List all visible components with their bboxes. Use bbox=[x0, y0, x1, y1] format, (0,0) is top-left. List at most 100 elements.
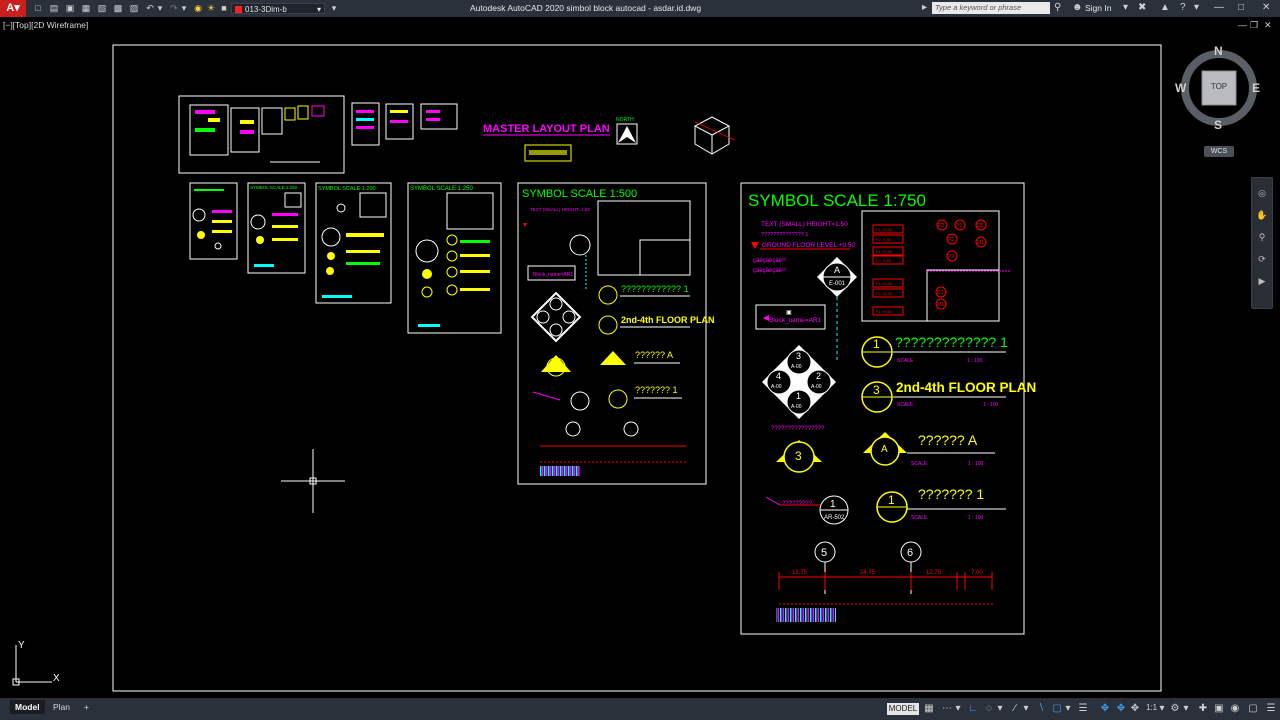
viewcube-south[interactable]: S bbox=[1214, 118, 1222, 132]
svg-text:A-00: A-00 bbox=[791, 364, 802, 370]
sun-icon[interactable]: ☀ bbox=[205, 2, 217, 14]
help-icon[interactable]: ? bbox=[1180, 2, 1186, 14]
units-icon[interactable]: ▣ bbox=[1212, 702, 1226, 716]
svg-text:1 : 100: 1 : 100 bbox=[983, 402, 999, 408]
help-account-icon[interactable]: ▲ bbox=[1160, 2, 1170, 14]
ortho-icon[interactable]: ∟ bbox=[966, 702, 980, 716]
full-navigation-wheel-icon[interactable]: ◎ bbox=[1255, 186, 1269, 200]
object-snap-tracking-icon[interactable]: ∖ bbox=[1034, 702, 1048, 716]
svg-text:Block_name=AR1: Block_name=AR1 bbox=[533, 272, 573, 278]
save-as-icon[interactable]: ▦ bbox=[80, 2, 92, 14]
svg-text:X: X bbox=[53, 673, 60, 684]
title-1b: ??????? 1 bbox=[918, 486, 984, 502]
sign-in-button[interactable]: Sign In bbox=[1085, 3, 1111, 13]
snap-icon[interactable]: ⋯ bbox=[940, 702, 954, 716]
maximize-icon[interactable]: □ bbox=[1238, 2, 1244, 14]
tab-model[interactable]: Model bbox=[10, 700, 45, 714]
north-label: NORTH bbox=[616, 117, 634, 123]
snap-dropdown-icon[interactable]: ▾ bbox=[954, 702, 962, 716]
tab-plan[interactable]: Plan bbox=[48, 700, 75, 714]
viewcube-top-face[interactable]: TOP bbox=[1202, 82, 1236, 91]
sheet-scale-750[interactable]: SYMBOL SCALE 1:750 TEXT (SMALL) HEIGHT=1… bbox=[740, 182, 1036, 635]
layer-dropdown[interactable]: 013-3Dim-b ▾ bbox=[231, 3, 325, 14]
plot-icon[interactable]: ▩ bbox=[112, 2, 124, 14]
isodraft-dropdown-icon[interactable]: ▾ bbox=[1022, 702, 1030, 716]
object-snap-icon[interactable]: ▢ bbox=[1050, 702, 1064, 716]
minimize-icon[interactable]: — bbox=[1214, 2, 1224, 14]
close-icon[interactable]: ✕ bbox=[1262, 2, 1270, 14]
orbit-icon[interactable]: ⟳ bbox=[1255, 252, 1269, 266]
grid-icon[interactable]: ▦ bbox=[922, 702, 936, 716]
polar-dropdown-icon[interactable]: ▾ bbox=[996, 702, 1004, 716]
workspace-switching-icon[interactable]: ⚙ bbox=[1168, 702, 1182, 716]
customization-icon[interactable]: ☰ bbox=[1264, 702, 1278, 716]
lineweight-icon[interactable]: ☰ bbox=[1076, 702, 1090, 716]
svg-text:SCALE: SCALE bbox=[911, 515, 928, 521]
svg-text:F1 +0.50: F1 +0.50 bbox=[876, 227, 893, 232]
redo-dropdown-icon[interactable]: ▾ bbox=[180, 2, 188, 14]
annotation-scale-icon[interactable]: ✥ bbox=[1128, 702, 1142, 716]
pan-icon[interactable]: ✋ bbox=[1255, 208, 1269, 222]
print-icon[interactable]: ▨ bbox=[128, 2, 140, 14]
new-icon[interactable]: □ bbox=[32, 2, 44, 14]
viewcube-east[interactable]: E bbox=[1252, 81, 1260, 95]
drawing-canvas[interactable]: MASTER LAYOUT PLAN NORTH SYMBOL SCALE 1:… bbox=[0, 17, 1280, 698]
polar-icon[interactable]: ◌ bbox=[982, 702, 996, 716]
autodesk-app-store-icon[interactable]: ✖ bbox=[1138, 2, 1146, 14]
zoom-extents-icon[interactable]: ⚲ bbox=[1255, 230, 1269, 244]
thumbnail-sheets-row[interactable] bbox=[351, 102, 458, 146]
undo-icon[interactable]: ↶ bbox=[144, 2, 156, 14]
search-icon[interactable]: ⚲ bbox=[1054, 2, 1061, 14]
svg-text:?????????????? 1: ?????????????? 1 bbox=[761, 232, 808, 238]
isolate-objects-icon[interactable]: ◉ bbox=[1228, 702, 1242, 716]
sheet-scale-500[interactable]: SYMBOL SCALE 1:500 TEXT (SMALL) HEIGHT=1… bbox=[517, 182, 715, 485]
text-small-height: TEXT (SMALL) HEIGHT=1.50 bbox=[761, 221, 848, 228]
viewcube-west[interactable]: W bbox=[1175, 81, 1186, 95]
help-dropdown-icon[interactable]: ▾ bbox=[1194, 2, 1199, 14]
svg-text:4: 4 bbox=[776, 371, 781, 381]
customize-dropdown-icon[interactable]: ▾ bbox=[330, 2, 338, 14]
svg-text:SYMBOL SCALE 1:250: SYMBOL SCALE 1:250 bbox=[410, 186, 473, 192]
application-menu-button[interactable]: A▾ bbox=[0, 0, 26, 17]
viewcube-north[interactable]: N bbox=[1214, 44, 1223, 58]
add-layout-tab-button[interactable]: + bbox=[79, 700, 94, 714]
sheet-scale-250[interactable]: SYMBOL SCALE 1:250 bbox=[407, 182, 502, 334]
viewport-controls-label[interactable]: [−][Top][2D Wireframe] bbox=[3, 20, 88, 30]
undo-dropdown-icon[interactable]: ▾ bbox=[156, 2, 164, 14]
scale-dropdown-icon[interactable]: ▾ bbox=[1158, 702, 1166, 716]
web-mobile-icon[interactable]: ▧ bbox=[96, 2, 108, 14]
svg-text:F2 -1.45: F2 -1.45 bbox=[876, 258, 892, 263]
drawing-restore-icon[interactable]: ❐ bbox=[1250, 20, 1258, 31]
wcs-dropdown[interactable]: WCS bbox=[1204, 146, 1234, 157]
sheet-scale-small-1[interactable] bbox=[189, 182, 238, 260]
redo-icon[interactable]: ↷ bbox=[168, 2, 180, 14]
sheet-scale-200[interactable]: SYMBOL SCALE 1:200 bbox=[315, 182, 392, 304]
workspace-dropdown-icon[interactable]: ▾ bbox=[1182, 702, 1190, 716]
svg-text:çäèçäèçäè²²: çäèçäèçäè²² bbox=[753, 268, 786, 274]
lightbulb-icon[interactable]: ◉ bbox=[192, 2, 204, 14]
svg-text:24.75: 24.75 bbox=[860, 570, 876, 576]
isodraft-icon[interactable]: ∕ bbox=[1008, 702, 1022, 716]
sign-in-dropdown-icon[interactable]: ▾ bbox=[1123, 2, 1128, 14]
annotation-scale-value[interactable]: 1:1 bbox=[1146, 703, 1157, 712]
save-icon[interactable]: ▣ bbox=[64, 2, 76, 14]
sheet-scale-small-2[interactable]: SYMBOL SCALE 1:250 bbox=[247, 182, 306, 274]
drawing-minimize-icon[interactable]: — bbox=[1238, 20, 1247, 30]
clean-screen-icon[interactable]: ▢ bbox=[1246, 702, 1260, 716]
svg-text:SCALE: SCALE bbox=[911, 461, 928, 467]
annotation-monitor-icon[interactable]: ✚ bbox=[1196, 702, 1210, 716]
open-icon[interactable]: ▤ bbox=[48, 2, 60, 14]
auto-scale-icon[interactable]: ✥ bbox=[1114, 702, 1128, 716]
model-space-button[interactable]: MODEL bbox=[887, 703, 919, 715]
layer-icon[interactable]: ■ bbox=[218, 2, 230, 14]
object-snap-dropdown-icon[interactable]: ▾ bbox=[1064, 702, 1072, 716]
title-a: ?????? A bbox=[918, 432, 978, 448]
north-arrow-icon bbox=[616, 123, 638, 145]
showmotion-icon[interactable]: ▶ bbox=[1255, 274, 1269, 288]
drawing-close-icon[interactable]: ✕ bbox=[1264, 20, 1272, 31]
search-input[interactable]: Type a keyword or phrase bbox=[932, 2, 1050, 14]
master-thumbnail-sheet[interactable] bbox=[178, 95, 345, 174]
user-icon[interactable]: ☻ bbox=[1072, 2, 1083, 14]
annotation-visibility-icon[interactable]: ✥ bbox=[1098, 702, 1112, 716]
3d-cube-icon bbox=[693, 116, 736, 155]
